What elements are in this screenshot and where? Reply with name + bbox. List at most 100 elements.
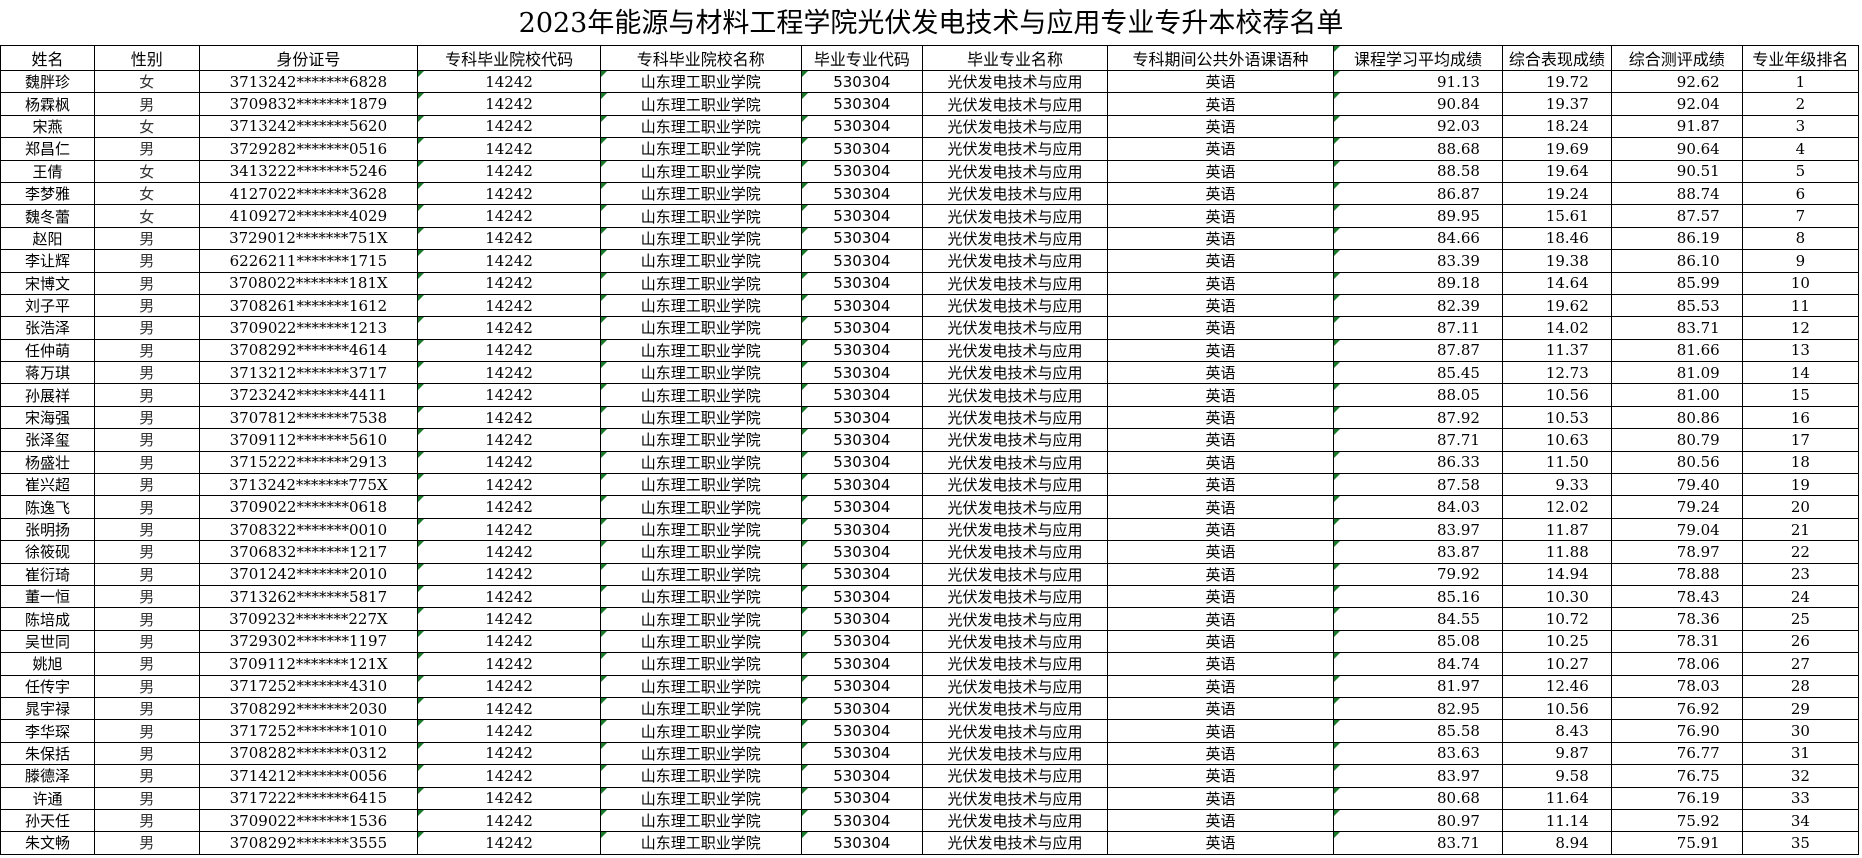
rank-cell[interactable]: 10 bbox=[1741, 271, 1860, 295]
school-name-cell[interactable]: 山东理工职业学院 bbox=[599, 428, 802, 452]
school-name-cell[interactable]: 山东理工职业学院 bbox=[599, 562, 802, 586]
major-name-cell[interactable]: 光伏发电技术与应用 bbox=[922, 204, 1108, 228]
performance-score-cell[interactable]: 19.62 bbox=[1501, 293, 1612, 318]
major-name-cell[interactable]: 光伏发电技术与应用 bbox=[922, 764, 1108, 788]
major-code-cell[interactable]: 530304 bbox=[800, 719, 924, 743]
school-code-cell[interactable]: 14242 bbox=[417, 831, 601, 855]
gender-cell[interactable]: 女 bbox=[94, 181, 200, 206]
school-code-cell[interactable]: 14242 bbox=[417, 674, 601, 698]
total-score-cell[interactable]: 86.10 bbox=[1610, 249, 1743, 273]
gender-cell[interactable]: 女 bbox=[94, 69, 200, 94]
school-code-cell[interactable]: 14242 bbox=[417, 383, 601, 407]
rank-cell[interactable]: 4 bbox=[1741, 137, 1860, 161]
school-name-cell[interactable]: 山东理工职业学院 bbox=[599, 361, 802, 385]
gender-cell[interactable]: 男 bbox=[94, 652, 200, 676]
name-cell[interactable]: 李华琛 bbox=[0, 719, 95, 743]
id-cell[interactable]: 3729302*******1197 bbox=[198, 629, 419, 654]
name-cell[interactable]: 崔衍琦 bbox=[0, 562, 95, 586]
performance-score-cell[interactable]: 12.46 bbox=[1501, 674, 1612, 698]
avg-score-cell[interactable]: 89.18 bbox=[1332, 271, 1503, 295]
language-cell[interactable]: 英语 bbox=[1106, 405, 1334, 430]
id-cell[interactable]: 3708022*******181X bbox=[198, 271, 419, 295]
major-name-cell[interactable]: 光伏发电技术与应用 bbox=[922, 249, 1108, 273]
gender-cell[interactable]: 男 bbox=[94, 719, 200, 743]
gender-cell[interactable]: 男 bbox=[94, 629, 200, 654]
performance-score-cell[interactable]: 12.02 bbox=[1501, 495, 1612, 519]
school-code-cell[interactable]: 14242 bbox=[417, 69, 601, 94]
language-cell[interactable]: 英语 bbox=[1106, 473, 1334, 497]
school-code-cell[interactable]: 14242 bbox=[417, 473, 601, 497]
major-code-cell[interactable]: 530304 bbox=[800, 204, 924, 228]
name-cell[interactable]: 董一恒 bbox=[0, 584, 95, 609]
rank-cell[interactable]: 11 bbox=[1741, 293, 1860, 318]
school-name-cell[interactable]: 山东理工职业学院 bbox=[599, 607, 802, 631]
avg-score-cell[interactable]: 83.71 bbox=[1332, 831, 1503, 855]
total-score-cell[interactable]: 91.87 bbox=[1610, 114, 1743, 139]
major-name-cell[interactable]: 光伏发电技术与应用 bbox=[922, 562, 1108, 586]
rank-cell[interactable]: 6 bbox=[1741, 181, 1860, 206]
major-code-cell[interactable]: 530304 bbox=[800, 808, 924, 833]
gender-cell[interactable]: 男 bbox=[94, 92, 200, 116]
column-header[interactable]: 专科毕业院校代码 bbox=[417, 45, 601, 71]
gender-cell[interactable]: 女 bbox=[94, 204, 200, 228]
school-code-cell[interactable]: 14242 bbox=[417, 540, 601, 564]
language-cell[interactable]: 英语 bbox=[1106, 92, 1334, 116]
school-code-cell[interactable]: 14242 bbox=[417, 428, 601, 452]
major-code-cell[interactable]: 530304 bbox=[800, 450, 924, 475]
school-name-cell[interactable]: 山东理工职业学院 bbox=[599, 764, 802, 788]
performance-score-cell[interactable]: 15.61 bbox=[1501, 204, 1612, 228]
rank-cell[interactable]: 24 bbox=[1741, 584, 1860, 609]
school-code-cell[interactable]: 14242 bbox=[417, 450, 601, 475]
school-code-cell[interactable]: 14242 bbox=[417, 204, 601, 228]
major-code-cell[interactable]: 530304 bbox=[800, 69, 924, 94]
rank-cell[interactable]: 7 bbox=[1741, 204, 1860, 228]
gender-cell[interactable]: 男 bbox=[94, 831, 200, 855]
name-cell[interactable]: 王倩 bbox=[0, 159, 95, 183]
major-code-cell[interactable]: 530304 bbox=[800, 405, 924, 430]
major-code-cell[interactable]: 530304 bbox=[800, 607, 924, 631]
rank-cell[interactable]: 2 bbox=[1741, 92, 1860, 116]
avg-score-cell[interactable]: 91.13 bbox=[1332, 69, 1503, 94]
rank-cell[interactable]: 18 bbox=[1741, 450, 1860, 475]
language-cell[interactable]: 英语 bbox=[1106, 741, 1334, 766]
major-name-cell[interactable]: 光伏发电技术与应用 bbox=[922, 226, 1108, 251]
id-cell[interactable]: 3413222*******5246 bbox=[198, 159, 419, 183]
performance-score-cell[interactable]: 19.37 bbox=[1501, 92, 1612, 116]
name-cell[interactable]: 张泽玺 bbox=[0, 428, 95, 452]
column-header[interactable]: 专科毕业院校名称 bbox=[599, 45, 802, 71]
avg-score-cell[interactable]: 89.95 bbox=[1332, 204, 1503, 228]
performance-score-cell[interactable]: 8.94 bbox=[1501, 831, 1612, 855]
id-cell[interactable]: 6226211*******1715 bbox=[198, 249, 419, 273]
school-code-cell[interactable]: 14242 bbox=[417, 517, 601, 542]
major-name-cell[interactable]: 光伏发电技术与应用 bbox=[922, 674, 1108, 698]
major-name-cell[interactable]: 光伏发电技术与应用 bbox=[922, 540, 1108, 564]
id-cell[interactable]: 3709022*******0618 bbox=[198, 495, 419, 519]
performance-score-cell[interactable]: 12.73 bbox=[1501, 361, 1612, 385]
gender-cell[interactable]: 男 bbox=[94, 786, 200, 810]
major-name-cell[interactable]: 光伏发电技术与应用 bbox=[922, 181, 1108, 206]
school-code-cell[interactable]: 14242 bbox=[417, 293, 601, 318]
performance-score-cell[interactable]: 11.87 bbox=[1501, 517, 1612, 542]
id-cell[interactable]: 3717252*******1010 bbox=[198, 719, 419, 743]
major-name-cell[interactable]: 光伏发电技术与应用 bbox=[922, 652, 1108, 676]
rank-cell[interactable]: 5 bbox=[1741, 159, 1860, 183]
major-name-cell[interactable]: 光伏发电技术与应用 bbox=[922, 786, 1108, 810]
school-name-cell[interactable]: 山东理工职业学院 bbox=[599, 696, 802, 721]
school-name-cell[interactable]: 山东理工职业学院 bbox=[599, 159, 802, 183]
avg-score-cell[interactable]: 87.92 bbox=[1332, 405, 1503, 430]
rank-cell[interactable]: 8 bbox=[1741, 226, 1860, 251]
language-cell[interactable]: 英语 bbox=[1106, 316, 1334, 340]
gender-cell[interactable]: 男 bbox=[94, 249, 200, 273]
language-cell[interactable]: 英语 bbox=[1106, 808, 1334, 833]
performance-score-cell[interactable]: 10.25 bbox=[1501, 629, 1612, 654]
performance-score-cell[interactable]: 9.58 bbox=[1501, 764, 1612, 788]
major-code-cell[interactable]: 530304 bbox=[800, 114, 924, 139]
school-name-cell[interactable]: 山东理工职业学院 bbox=[599, 808, 802, 833]
major-code-cell[interactable]: 530304 bbox=[800, 629, 924, 654]
language-cell[interactable]: 英语 bbox=[1106, 204, 1334, 228]
rank-cell[interactable]: 29 bbox=[1741, 696, 1860, 721]
id-cell[interactable]: 4127022*******3628 bbox=[198, 181, 419, 206]
rank-cell[interactable]: 20 bbox=[1741, 495, 1860, 519]
major-name-cell[interactable]: 光伏发电技术与应用 bbox=[922, 450, 1108, 475]
name-cell[interactable]: 崔兴超 bbox=[0, 473, 95, 497]
